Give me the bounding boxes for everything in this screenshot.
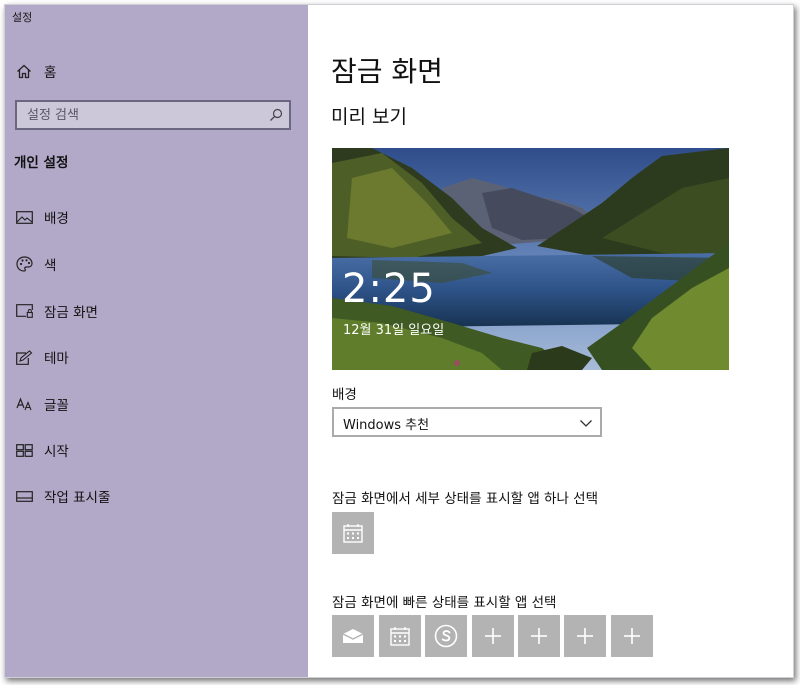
- page-title: 잠금 화면: [331, 55, 443, 88]
- section-label: 개인 설정: [14, 155, 69, 171]
- quick-status-label: 잠금 화면에 빠른 상태를 표시할 앱 선택: [332, 595, 557, 611]
- plus-icon: [577, 628, 593, 644]
- detail-status-app-button[interactable]: [332, 512, 374, 554]
- chevron-down-icon: [579, 415, 593, 429]
- quick-status-app-calendar[interactable]: [379, 615, 421, 657]
- image-icon: [15, 209, 33, 225]
- main-content: 잠금 화면 미리 보기 2:25 12월 31일 일요일 배경 Windows …: [308, 5, 793, 677]
- sidebar-item-label: 시작: [44, 444, 69, 460]
- font-icon: [15, 396, 33, 412]
- quick-status-add-button[interactable]: [518, 615, 560, 657]
- palette-icon: [15, 256, 33, 272]
- detail-status-label: 잠금 화면에서 세부 상태를 표시할 앱 하나 선택: [332, 491, 599, 507]
- sidebar-item-taskbar[interactable]: 작업 표시줄: [5, 481, 308, 511]
- calendar-icon: [390, 627, 410, 646]
- home-icon: [15, 63, 33, 79]
- window-title: 설정: [12, 11, 33, 24]
- preview-date: 12월 31일 일요일: [343, 323, 445, 338]
- search-input[interactable]: [17, 102, 267, 128]
- calendar-icon: [343, 524, 363, 543]
- preview-heading: 미리 보기: [331, 106, 407, 128]
- sidebar-item-background[interactable]: 배경: [5, 202, 308, 232]
- sidebar-item-label: 잠금 화면: [44, 305, 98, 321]
- search-box[interactable]: [15, 100, 291, 130]
- sidebar-item-label: 테마: [44, 351, 69, 367]
- sidebar-item-lock-screen[interactable]: 잠금 화면: [5, 296, 308, 326]
- sidebar-item-label: 색: [44, 258, 57, 274]
- background-dropdown-value: Windows 추천: [343, 418, 430, 433]
- search-icon[interactable]: [268, 107, 284, 123]
- quick-status-add-button[interactable]: [472, 615, 514, 657]
- sidebar: 설정 홈 개인 설정 배경 색: [5, 5, 308, 677]
- skype-icon: [434, 624, 458, 648]
- sidebar-item-font[interactable]: 글꼴: [5, 389, 308, 419]
- sidebar-item-label: 작업 표시줄: [44, 490, 111, 506]
- plus-icon: [485, 628, 501, 644]
- settings-window: 설정 홈 개인 설정 배경 색: [4, 4, 794, 678]
- sidebar-item-start[interactable]: 시작: [5, 435, 308, 465]
- start-icon: [15, 442, 33, 458]
- background-dropdown[interactable]: Windows 추천: [332, 407, 602, 437]
- lock-screen-icon: [15, 303, 33, 319]
- taskbar-icon: [15, 488, 33, 504]
- lock-screen-preview: 2:25 12월 31일 일요일: [332, 148, 729, 370]
- sidebar-item-color[interactable]: 색: [5, 249, 308, 279]
- sidebar-item-label: 글꼴: [44, 398, 69, 414]
- mail-icon: [342, 629, 364, 643]
- home-button[interactable]: 홈: [5, 56, 308, 86]
- plus-icon: [624, 628, 640, 644]
- quick-status-add-button[interactable]: [611, 615, 653, 657]
- background-label: 배경: [332, 387, 357, 403]
- quick-status-add-button[interactable]: [564, 615, 606, 657]
- quick-status-app-skype[interactable]: [425, 615, 467, 657]
- home-label: 홈: [44, 65, 57, 81]
- plus-icon: [531, 628, 547, 644]
- quick-status-app-mail[interactable]: [332, 615, 374, 657]
- preview-clock: 2:25: [342, 266, 436, 312]
- sidebar-item-label: 배경: [44, 211, 69, 227]
- theme-icon: [15, 349, 33, 365]
- sidebar-item-theme[interactable]: 테마: [5, 342, 308, 372]
